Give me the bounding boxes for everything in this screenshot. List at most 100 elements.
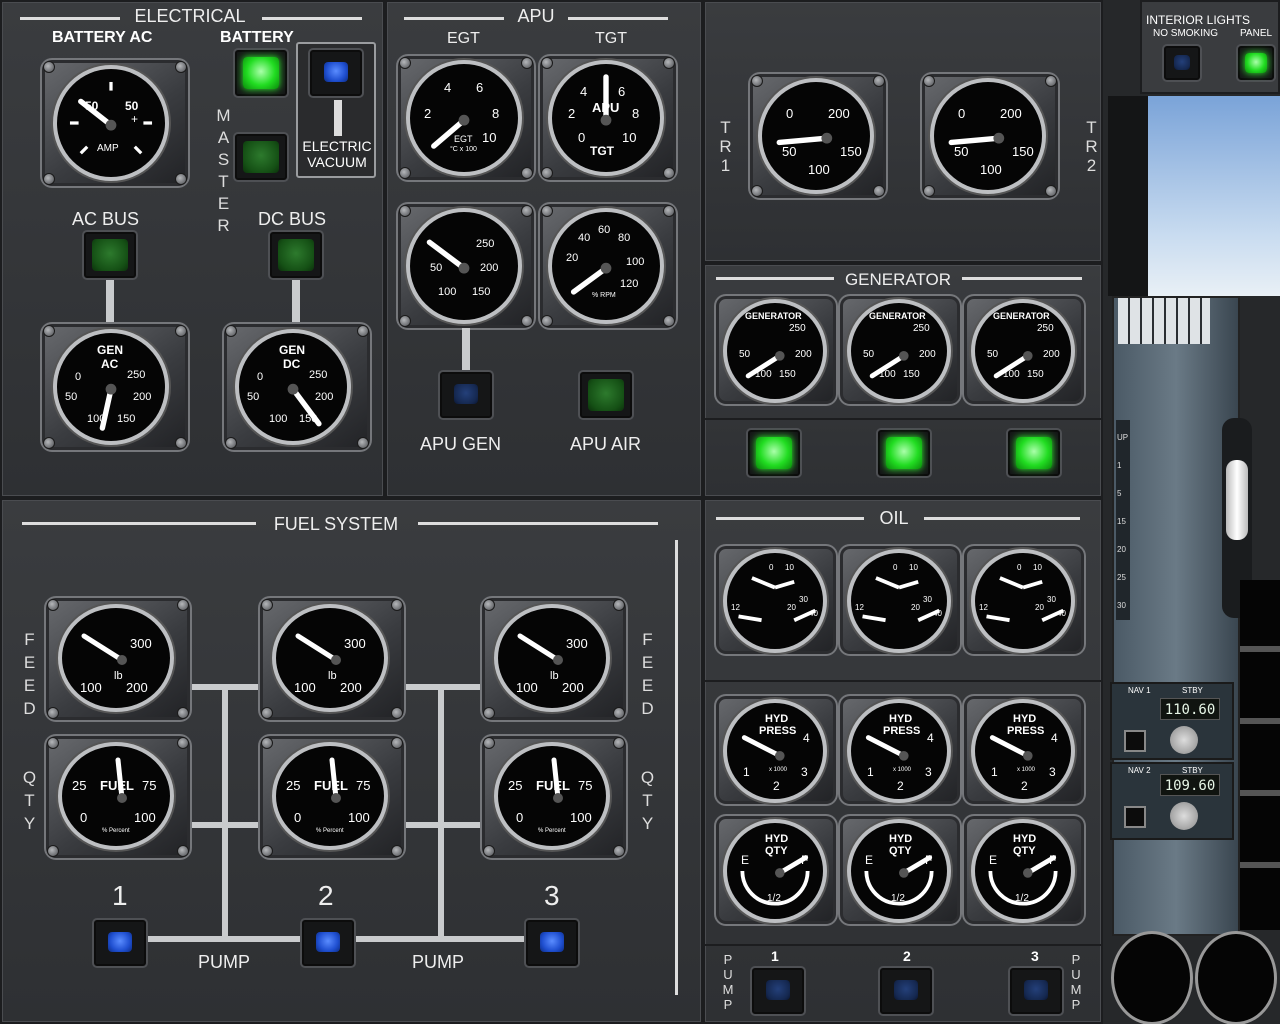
fuel-pump-1-switch[interactable]	[94, 920, 146, 966]
feed-gauge-1-bezel: 100 200 300 lb	[44, 596, 192, 722]
nav2-tune-knob[interactable]	[1170, 802, 1198, 830]
flap-label: 1	[1117, 461, 1122, 470]
hyd-press-gauge-1: HYD PRESS 1 2 3 4 x 1000	[727, 703, 823, 799]
hyd-press-unit: x 1000	[893, 767, 912, 773]
battery-switch[interactable]	[235, 50, 287, 96]
hyd-pump-1-switch[interactable]	[752, 968, 804, 1014]
pump-label: PUMP	[198, 952, 251, 972]
hyd-qty-gauge-3-bezel: HYD QTY E F 1/2	[962, 814, 1086, 926]
feed-unit: lb	[328, 670, 337, 682]
tick-label: 150	[903, 369, 920, 380]
flap-label: 5	[1117, 489, 1122, 498]
hyd-press-gauge-3: HYD PRESS 1 2 3 4 x 1000	[975, 703, 1071, 799]
fuel-qty-label: FUEL	[100, 778, 134, 793]
tgt-gauge-bezel: 0 2 4 6 8 10 APU TGT	[538, 54, 678, 182]
pump-number-2: 2	[318, 880, 334, 911]
tick-label: 8	[632, 106, 640, 121]
tr1-gauge: 0 50 100 150 200	[762, 82, 870, 190]
oil-title: OIL	[879, 508, 909, 528]
title-rule	[716, 517, 864, 520]
battery-ac-label: BATTERY AC	[52, 29, 153, 46]
fuel-qty-label: FUEL	[314, 778, 348, 793]
nav1-swap-button[interactable]	[1124, 730, 1146, 752]
panel-lights-switch[interactable]	[1238, 46, 1274, 80]
generator-switch-1[interactable]	[748, 430, 800, 476]
gen-ac-title: GEN	[97, 343, 124, 357]
hyd-press-subtitle: PRESS	[883, 725, 921, 737]
apu-load-gauge: 50 100 150 200 250	[410, 212, 518, 320]
divider	[705, 680, 1101, 682]
gen-dc-gauge-bezel: GEN DC 0 50 100 150 200 250	[222, 322, 372, 452]
tick-label: 20	[1035, 603, 1044, 612]
tick-label: 100	[755, 369, 772, 380]
window-view	[1140, 96, 1280, 296]
fuel-pump-3-switch[interactable]	[526, 920, 578, 966]
qty-label-left: QTY	[20, 768, 39, 837]
tick-label: 100	[134, 810, 156, 825]
divider	[705, 944, 1101, 946]
nav2-swap-button[interactable]	[1124, 806, 1146, 828]
tick-label: 30	[923, 595, 932, 604]
generator-gauge-2-bezel: GENERATOR 50 100 150 200 250	[838, 294, 962, 406]
flap-label: 20	[1117, 545, 1126, 554]
tick-label: 100	[1003, 369, 1020, 380]
hyd-qty-gauge-2-bezel: HYD QTY E F 1/2	[838, 814, 962, 926]
generator-gauge-1-bezel: GENERATOR 50 100 150 200 250	[714, 294, 838, 406]
egt-subunit: °C x 100	[450, 146, 477, 153]
tr2-label: TR2	[1082, 118, 1101, 175]
qty-label-right: QTY	[638, 768, 657, 837]
hyd-qty-full: F	[1049, 853, 1057, 867]
hyd-qty-empty: E	[989, 853, 998, 867]
tick-label: 75	[142, 778, 157, 793]
dc-bus-switch[interactable]	[270, 232, 322, 278]
feed-label-left: FEED	[20, 630, 39, 722]
tick-label: 0	[578, 130, 586, 145]
tick-label: 250	[309, 369, 328, 381]
tick-label: 75	[356, 778, 371, 793]
nav1-tune-knob[interactable]	[1170, 726, 1198, 754]
electric-vacuum-switch[interactable]: ELECTRIC VACUUM	[296, 42, 376, 178]
tr2-gauge: 0 50 100 150 200	[934, 82, 1042, 190]
apu-gen-label: APU GEN	[420, 434, 502, 454]
hyd-qty-subtitle: QTY	[1013, 845, 1036, 857]
hyd-pump-2-switch[interactable]	[880, 968, 932, 1014]
no-smoking-switch[interactable]	[1164, 46, 1200, 80]
tick-label: 100	[269, 413, 288, 425]
tick-label: 8	[492, 106, 500, 121]
hyd-pump-3-switch[interactable]	[1010, 968, 1062, 1014]
tick-label: 120	[620, 278, 639, 290]
generator-switch-3[interactable]	[1008, 430, 1060, 476]
tick-label: 200	[828, 106, 850, 121]
tick-label: 3	[1049, 765, 1056, 779]
hyd-press-title: HYD	[1013, 713, 1037, 725]
title-rule	[262, 17, 362, 20]
nav2-standby-frequency[interactable]: 109.60	[1160, 774, 1220, 796]
hyd-press-unit: x 1000	[769, 767, 788, 773]
master-switch[interactable]	[235, 134, 287, 180]
tick-label: 10	[482, 130, 497, 145]
fuel-pump-2-switch[interactable]	[302, 920, 354, 966]
tick-label: 100	[516, 680, 538, 695]
tick-label: 100	[808, 162, 830, 177]
ac-bus-switch[interactable]	[84, 232, 136, 278]
hyd-press-subtitle: PRESS	[759, 725, 797, 737]
tick-label: 10	[1033, 563, 1042, 572]
tick-label: 40	[933, 609, 942, 618]
tick-label: 6	[476, 80, 484, 95]
tick-label: 12	[979, 603, 988, 612]
tick-label: 0	[294, 810, 302, 825]
generator-switch-2[interactable]	[878, 430, 930, 476]
fuel-qty-label: FUEL	[536, 778, 570, 793]
tick-label: 100	[438, 286, 457, 298]
gen-dc-subtitle: DC	[283, 357, 301, 371]
apu-air-switch[interactable]	[580, 372, 632, 418]
speedbrake-knob	[1226, 460, 1248, 540]
flap-label: UP	[1117, 433, 1129, 442]
tick-label: 200	[795, 349, 812, 360]
apu-rpm-gauge: 20 40 60 80 100 120 % RPM	[552, 212, 660, 320]
apu-gen-switch[interactable]	[440, 372, 492, 418]
nav1-standby-frequency[interactable]: 110.60	[1160, 698, 1220, 720]
hyd-qty-gauge-1-bezel: HYD QTY E F 1/2	[714, 814, 838, 926]
hyd-qty-gauge-2: HYD QTY E F 1/2	[851, 823, 947, 919]
feed-gauge-2-bezel: 100 200 300 lb	[258, 596, 406, 722]
